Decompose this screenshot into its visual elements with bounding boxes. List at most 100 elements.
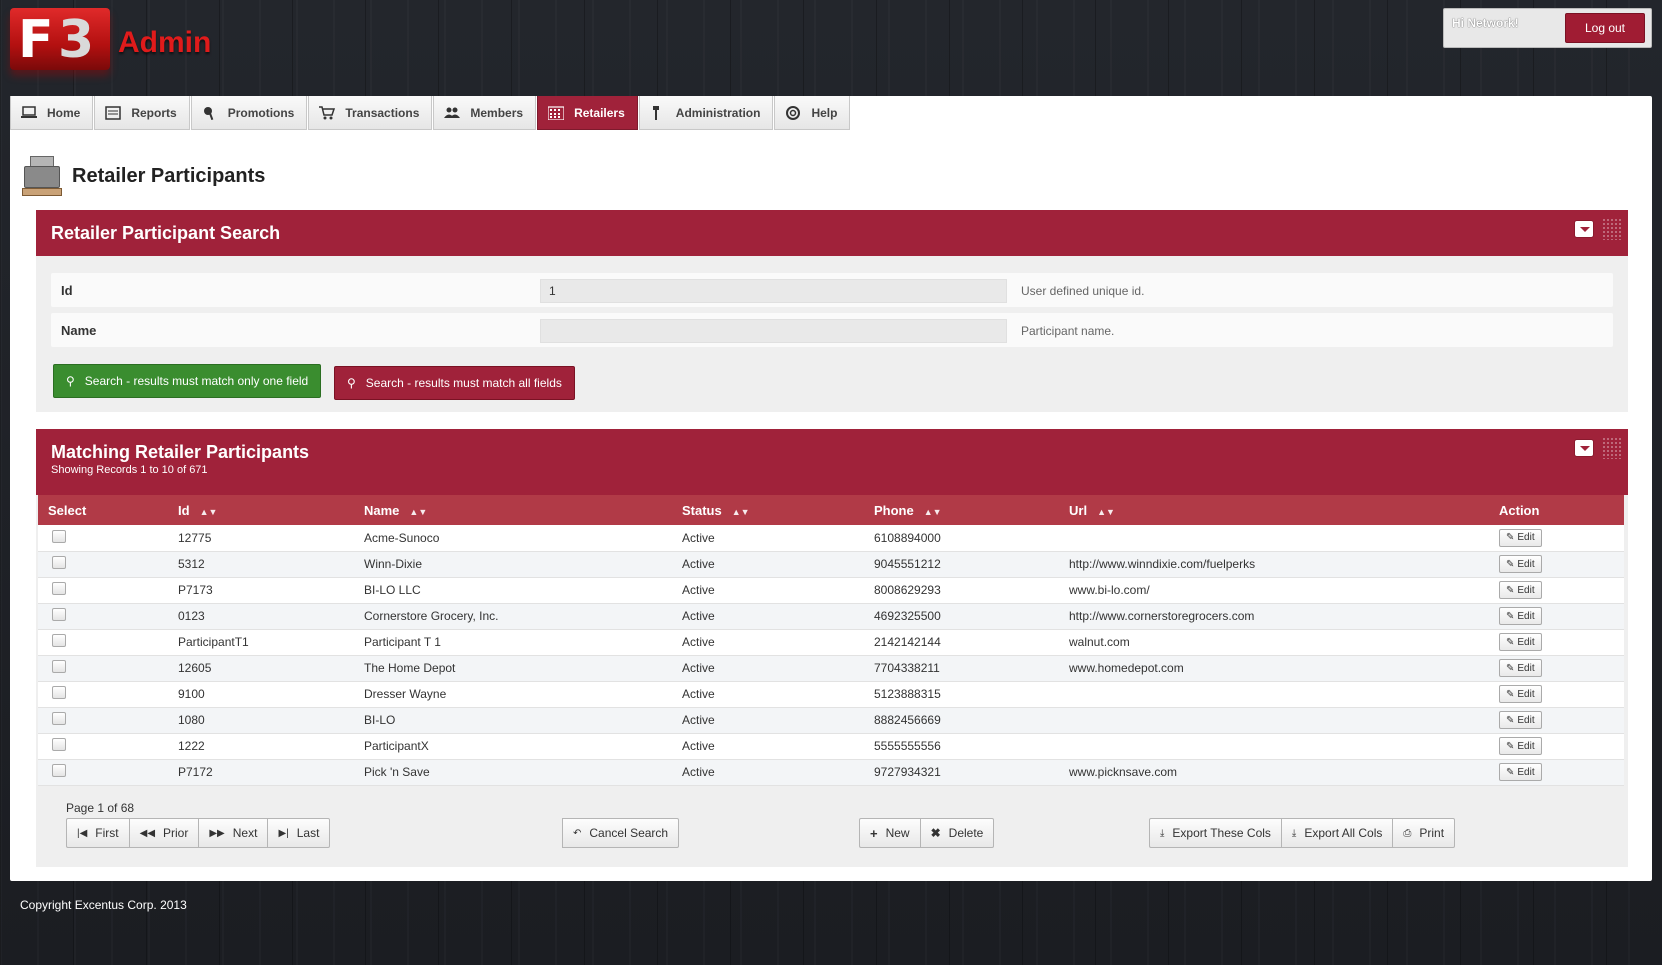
- url-cell: [1059, 733, 1489, 760]
- row-select-checkbox[interactable]: [52, 529, 66, 543]
- row-select-checkbox[interactable]: [52, 712, 66, 725]
- results-panel-title: Matching Retailer Participants: [51, 442, 310, 462]
- row-select-checkbox[interactable]: [52, 660, 66, 673]
- sort-icon: ▲▼: [409, 506, 428, 517]
- collapse-results-panel-button[interactable]: [1574, 439, 1594, 457]
- page-info: Page 1 of 68: [66, 801, 135, 815]
- cancel-search-button[interactable]: ↶ Cancel Search: [562, 818, 680, 848]
- row-select-checkbox[interactable]: [52, 556, 66, 569]
- export-all-cols-button[interactable]: ⤓ Export All Cols: [1280, 818, 1393, 848]
- select-cell: [38, 525, 168, 552]
- collapse-search-panel-button[interactable]: [1574, 220, 1594, 238]
- pencil-icon: ✎: [1506, 766, 1515, 778]
- row-select-checkbox[interactable]: [52, 738, 66, 751]
- nav-administration[interactable]: Administration: [638, 96, 774, 130]
- status-cell: Active: [672, 759, 864, 786]
- search-all-fields-button[interactable]: ⚲ Search - results must match all fields: [334, 366, 575, 400]
- id-cell: ParticipantT1: [168, 629, 354, 656]
- nav-retailers[interactable]: Retailers: [537, 96, 638, 130]
- search-panel: Retailer Participant Search Id User defi…: [36, 210, 1628, 412]
- url-cell: www.bi-lo.com/: [1059, 577, 1489, 604]
- delete-button[interactable]: ✖ Delete: [919, 818, 995, 848]
- row-select-checkbox[interactable]: [52, 634, 66, 647]
- edit-button[interactable]: ✎ Edit: [1499, 581, 1542, 599]
- first-page-button[interactable]: |◀ First: [66, 818, 129, 848]
- row-select-checkbox[interactable]: [52, 582, 66, 595]
- drag-handle-icon[interactable]: [1602, 437, 1622, 459]
- name-cell: Pick 'n Save: [354, 759, 672, 786]
- next-page-button[interactable]: ▶▶ Next: [198, 818, 268, 848]
- export-these-cols-button[interactable]: ⤓ Export These Cols: [1149, 818, 1281, 848]
- printer-icon: ⎙: [1403, 827, 1412, 839]
- edit-label: Edit: [1517, 532, 1535, 544]
- print-button[interactable]: ⎙ Print: [1392, 818, 1456, 848]
- edit-button[interactable]: ✎ Edit: [1499, 528, 1542, 547]
- last-page-button[interactable]: ▶| Last: [267, 818, 331, 848]
- col-id[interactable]: Id ▲▼: [168, 495, 354, 525]
- main-content: Home Reports Promotions Transactions Mem…: [10, 96, 1652, 881]
- col-phone[interactable]: Phone ▲▼: [864, 495, 1059, 525]
- download-icon: ⤓: [1291, 827, 1297, 839]
- edit-button[interactable]: ✎ Edit: [1499, 737, 1542, 755]
- nav-reports[interactable]: Reports: [94, 96, 190, 130]
- results-panel: Matching Retailer Participants Showing R…: [36, 429, 1628, 867]
- table-header-row: Select Id ▲▼ Name ▲▼ Status ▲▼ Phone ▲▼ Url ▲…: [38, 495, 1624, 525]
- sort-icon: ▲▼: [923, 506, 942, 517]
- search-panel-title: Retailer Participant Search: [51, 223, 281, 243]
- pencil-icon: ✎: [1506, 740, 1515, 752]
- nav-help[interactable]: Help: [774, 96, 851, 130]
- col-name[interactable]: Name ▲▼: [354, 495, 672, 525]
- prior-page-label: Prior: [163, 826, 189, 840]
- row-select-checkbox[interactable]: [52, 764, 66, 777]
- col-status[interactable]: Status ▲▼: [672, 495, 864, 525]
- col-url[interactable]: Url ▲▼: [1059, 495, 1489, 525]
- last-page-icon: ▶|: [278, 827, 289, 839]
- search-all-fields-label: Search - results must match all fields: [365, 376, 562, 390]
- id-field[interactable]: [540, 279, 1007, 303]
- edit-button[interactable]: ✎ Edit: [1499, 633, 1542, 651]
- edit-button[interactable]: ✎ Edit: [1499, 555, 1542, 573]
- edit-label: Edit: [1517, 662, 1535, 674]
- drag-handle-icon[interactable]: [1602, 218, 1622, 240]
- next-page-label: Next: [232, 826, 258, 840]
- logout-button[interactable]: Log out: [1565, 13, 1645, 43]
- name-field[interactable]: [540, 319, 1007, 343]
- nav-members[interactable]: Members: [433, 96, 537, 130]
- row-select-checkbox[interactable]: [52, 686, 66, 699]
- edit-button[interactable]: ✎ Edit: [1499, 685, 1542, 703]
- pencil-icon: ✎: [1506, 584, 1515, 596]
- new-button[interactable]: + New: [859, 818, 920, 848]
- id-field-row: Id User defined unique id.: [51, 273, 1613, 307]
- edit-button[interactable]: ✎ Edit: [1499, 711, 1542, 729]
- nav-home[interactable]: Home: [10, 96, 94, 130]
- name-cell: The Home Depot: [354, 655, 672, 682]
- status-cell: Active: [672, 707, 864, 734]
- edit-button[interactable]: ✎ Edit: [1499, 659, 1542, 677]
- download-icon: ⤓: [1160, 827, 1165, 839]
- edit-button[interactable]: ✎ Edit: [1499, 763, 1542, 781]
- edit-button[interactable]: ✎ Edit: [1499, 607, 1542, 625]
- nav-promotions[interactable]: Promotions: [190, 96, 308, 130]
- phone-cell: 9727934321: [864, 759, 1059, 786]
- url-cell: [1059, 707, 1489, 734]
- sort-icon: ▲▼: [1097, 506, 1115, 517]
- prior-page-button[interactable]: ◀◀ Prior: [128, 818, 199, 848]
- name-cell: Winn-Dixie: [354, 551, 672, 578]
- search-panel-header: Retailer Participant Search: [36, 210, 1628, 256]
- table-footer: Page 1 of 68 |◀ First ◀◀ Prior ▶▶ Next ▶| La…: [36, 799, 1628, 859]
- url-cell: www.picknsave.com: [1059, 759, 1489, 786]
- name-cell: BI-LO LLC: [354, 577, 672, 604]
- pencil-icon: ✎: [1506, 662, 1515, 674]
- app-logo[interactable]: F 3 Admin: [10, 8, 230, 78]
- phone-cell: 7704338211: [864, 655, 1059, 682]
- table-row: 0123 Cornerstore Grocery, Inc. Active 46923…: [38, 603, 1624, 630]
- row-select-checkbox[interactable]: [52, 608, 66, 621]
- name-cell: Participant T 1: [354, 629, 672, 656]
- action-cell: ✎ Edit: [1489, 655, 1624, 682]
- search-any-field-button[interactable]: ⚲ Search - results must match only one f…: [53, 364, 322, 398]
- nav-transactions[interactable]: Transactions: [308, 96, 433, 130]
- wrench-icon: [650, 105, 666, 120]
- id-field-label: Id: [61, 283, 73, 298]
- edit-label: Edit: [1517, 714, 1535, 726]
- phone-cell: 6108894000: [864, 525, 1059, 552]
